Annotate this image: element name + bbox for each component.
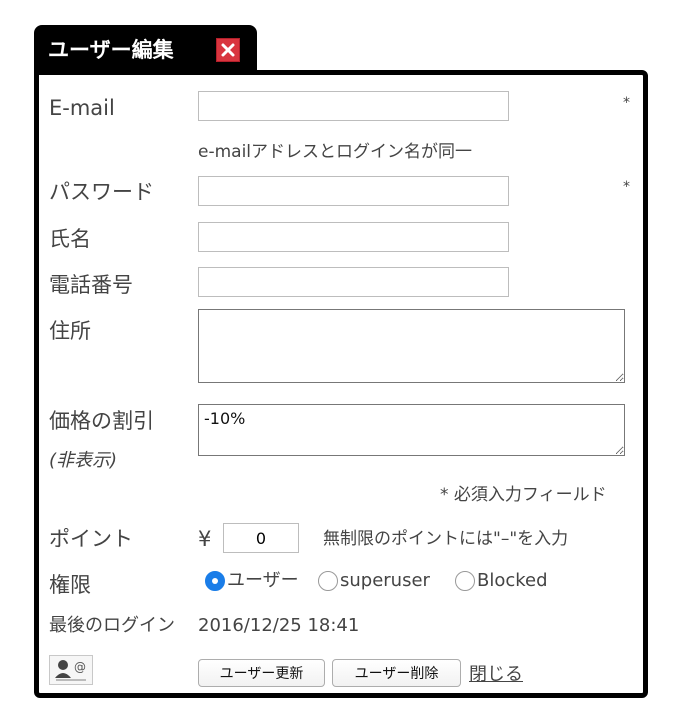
permission-superuser-radio[interactable] <box>318 571 338 591</box>
user-email-icon: @ <box>49 655 93 685</box>
svg-text:@: @ <box>74 660 86 674</box>
permission-superuser-label: superuser <box>340 570 430 591</box>
name-field[interactable] <box>198 222 509 252</box>
password-label: パスワード <box>49 180 154 204</box>
permission-user-radio[interactable] <box>205 571 225 591</box>
points-note: 無制限のポイントには"–"を入力 <box>323 529 569 549</box>
close-icon[interactable] <box>216 38 240 62</box>
name-label: 氏名 <box>49 227 91 251</box>
discount-sublabel: (非表示) <box>49 450 118 471</box>
delete-user-button[interactable]: ユーザー削除 <box>332 659 461 687</box>
last-login-value: 2016/12/25 18:41 <box>198 615 360 636</box>
email-field[interactable] <box>198 91 509 121</box>
email-label: E-mail <box>49 96 115 120</box>
address-label: 住所 <box>49 319 91 343</box>
required-marker: * <box>623 95 630 111</box>
permission-label: 権限 <box>49 573 91 597</box>
user-edit-dialog: E-mail * e-mailアドレスとログイン名が同一 パスワード * 氏名 … <box>34 70 648 698</box>
points-label: ポイント <box>49 527 133 551</box>
permission-blocked-radio[interactable] <box>455 571 475 591</box>
dialog-title: ユーザー編集 <box>48 38 174 62</box>
phone-field[interactable] <box>198 267 509 297</box>
dialog-title-tab: ユーザー編集 <box>34 25 257 75</box>
points-currency: ¥ <box>198 527 212 551</box>
phone-label: 電話番号 <box>49 273 133 297</box>
required-field-note: * 必須入力フィールド <box>440 485 607 505</box>
permission-user-label: ユーザー <box>227 570 299 591</box>
required-marker: * <box>623 179 630 195</box>
points-field[interactable] <box>223 523 299 553</box>
email-note: e-mailアドレスとログイン名が同一 <box>198 142 473 162</box>
discount-label: 価格の割引 <box>49 409 154 433</box>
address-field[interactable] <box>198 309 625 383</box>
password-field[interactable] <box>198 176 509 206</box>
discount-field[interactable]: -10% <box>198 404 625 456</box>
last-login-label: 最後のログイン <box>49 615 175 636</box>
permission-blocked-label: Blocked <box>477 570 548 591</box>
close-link[interactable]: 閉じる <box>469 660 523 686</box>
update-user-button[interactable]: ユーザー更新 <box>198 659 325 687</box>
